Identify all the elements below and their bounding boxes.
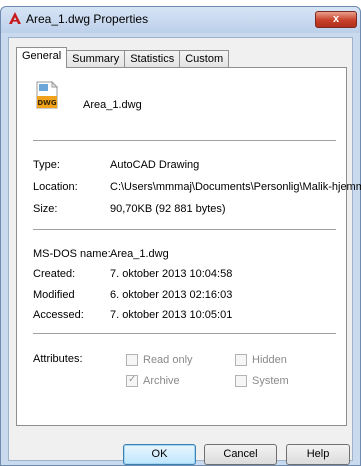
dwg-file-icon: DWG [36,81,59,109]
autocad-app-icon [9,12,21,24]
attributes-label: Attributes: [33,353,83,365]
properties-window: Area_1.dwg Properties x General Summary … [0,6,361,466]
checkmark-icon: ✓ [128,374,137,385]
dialog-body: General Summary Statistics Custom DWG Ar… [8,37,361,465]
ok-button[interactable]: OK [123,444,196,465]
tab-general[interactable]: General [16,47,68,68]
accessed-value: 7. oktober 2013 10:05:01 [110,309,233,321]
dwg-icon-text: DWG [37,99,57,107]
close-button[interactable]: x [315,11,357,28]
hidden-checkbox[interactable] [235,354,247,366]
read-only-label: Read only [143,354,193,366]
system-label: System [252,375,289,387]
archive-checkbox[interactable]: ✓ [126,374,138,387]
hidden-label: Hidden [252,354,287,366]
msdos-name-value: Area_1.dwg [110,248,169,260]
archive-label: Archive [143,375,180,387]
type-label: Type: [33,159,60,171]
location-label: Location: [33,181,78,193]
location-value: C:\Users\mmmaj\Documents\Personlig\Malik… [110,181,361,193]
modified-value: 6. oktober 2013 02:16:03 [110,289,233,301]
help-button[interactable]: Help [286,444,350,465]
window-title: Area_1.dwg Properties [26,12,149,26]
divider [33,229,336,230]
title-bar[interactable]: Area_1.dwg Properties x [1,7,360,33]
accessed-label: Accessed: [33,309,84,321]
divider [33,333,336,334]
msdos-name-label: MS-DOS name: [33,248,111,260]
modified-label: Modified [33,289,75,301]
created-value: 7. oktober 2013 10:04:58 [110,268,233,280]
divider [33,140,336,141]
tab-summary[interactable]: Summary [66,50,126,68]
read-only-checkbox[interactable] [126,354,138,366]
tab-strip: General Summary Statistics Custom [16,47,230,68]
system-checkbox[interactable] [235,375,247,387]
close-icon: x [332,13,340,25]
file-name: Area_1.dwg [83,99,142,111]
general-panel: DWG Area_1.dwg Type: AutoCAD Drawing Loc… [16,67,361,426]
tab-custom[interactable]: Custom [179,50,230,68]
tab-statistics[interactable]: Statistics [124,50,181,68]
type-value: AutoCAD Drawing [110,159,200,171]
size-value: 90,70KB (92 881 bytes) [110,203,226,215]
created-label: Created: [33,268,76,280]
size-label: Size: [33,203,58,215]
cancel-button[interactable]: Cancel [204,444,277,465]
